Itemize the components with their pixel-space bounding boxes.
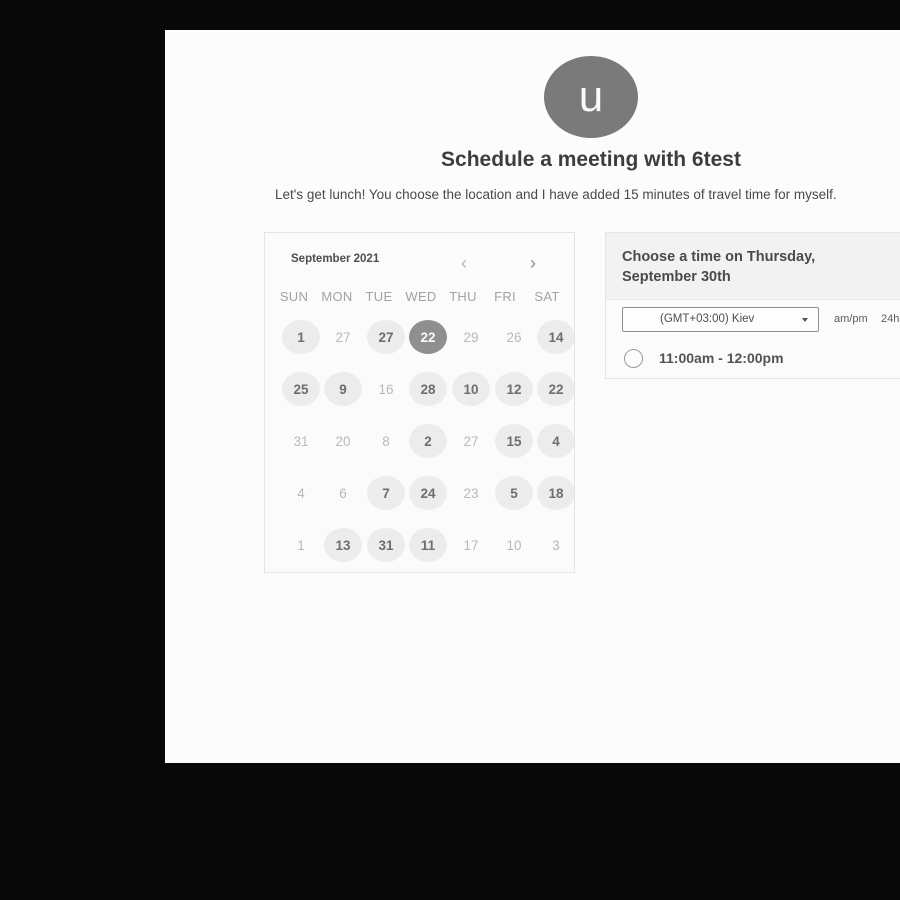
calendar-day[interactable]: 15 <box>495 424 533 458</box>
calendar-day[interactable]: 28 <box>409 372 447 406</box>
avatar: u <box>544 56 638 138</box>
chevron-down-icon <box>802 318 808 322</box>
calendar-day: 27 <box>463 433 479 449</box>
calendar-day[interactable]: 14 <box>537 320 574 354</box>
page-title: Schedule a meeting with 6test <box>441 148 741 171</box>
timezone-value: (GMT+03:00) Kiev <box>660 313 755 325</box>
calendar-day: 6 <box>339 485 347 501</box>
calendar-day[interactable]: 2 <box>409 424 447 458</box>
calendar-day[interactable]: 18 <box>537 476 574 510</box>
calendar-day[interactable]: 13 <box>324 528 362 562</box>
calendar-day-selected[interactable]: 22 <box>409 320 447 354</box>
avatar-letter: u <box>578 72 604 121</box>
calendar-day: 20 <box>335 433 351 449</box>
format-24h-toggle[interactable]: 24h <box>881 313 899 325</box>
time-slot-label: 11:00am - 12:00pm <box>659 350 784 366</box>
calendar: September 2021 ‹ › SUN MON TUE WED THU F… <box>264 232 575 573</box>
calendar-day: 10 <box>506 537 522 553</box>
time-slot-option[interactable]: 11:00am - 12:00pm <box>624 347 784 369</box>
time-panel: Choose a time on Thursday, September 30t… <box>605 232 900 379</box>
calendar-day[interactable]: 7 <box>367 476 405 510</box>
calendar-day: 29 <box>463 329 479 345</box>
radio-button[interactable] <box>624 348 643 368</box>
calendar-day[interactable]: 11 <box>409 528 447 562</box>
calendar-day[interactable]: 10 <box>452 372 490 406</box>
calendar-day[interactable]: 24 <box>409 476 447 510</box>
meeting-description: Let's get lunch! You choose the location… <box>275 187 837 202</box>
calendar-day[interactable]: 31 <box>367 528 405 562</box>
calendar-day: 1 <box>297 537 305 553</box>
calendar-day[interactable]: 27 <box>367 320 405 354</box>
calendar-day: 23 <box>463 485 479 501</box>
timezone-select[interactable]: (GMT+03:00) Kiev <box>622 307 819 332</box>
format-ampm-toggle[interactable]: am/pm <box>834 313 868 325</box>
calendar-day: 3 <box>552 537 560 553</box>
calendar-day: 17 <box>463 537 479 553</box>
calendar-day-grid: 1 27 27 22 29 26 14 25 9 16 28 10 12 22 31 20 8 2 27 15 4 4 6 7… <box>265 233 574 572</box>
calendar-day: 31 <box>293 433 309 449</box>
calendar-day[interactable]: 4 <box>537 424 574 458</box>
time-panel-heading: Choose a time on Thursday, September 30t… <box>622 249 816 285</box>
calendar-day: 27 <box>335 329 351 345</box>
calendar-day[interactable]: 9 <box>324 372 362 406</box>
calendar-day[interactable]: 5 <box>495 476 533 510</box>
calendar-day[interactable]: 1 <box>282 320 320 354</box>
scheduling-page: u Schedule a meeting with 6test Let's ge… <box>165 30 900 763</box>
calendar-day: 16 <box>378 381 394 397</box>
calendar-day: 26 <box>506 329 522 345</box>
calendar-day[interactable]: 22 <box>537 372 574 406</box>
time-panel-header: Choose a time on Thursday, September 30t… <box>606 233 900 300</box>
calendar-day[interactable]: 12 <box>495 372 533 406</box>
calendar-day: 8 <box>382 433 390 449</box>
calendar-day: 4 <box>297 485 305 501</box>
calendar-day[interactable]: 25 <box>282 372 320 406</box>
